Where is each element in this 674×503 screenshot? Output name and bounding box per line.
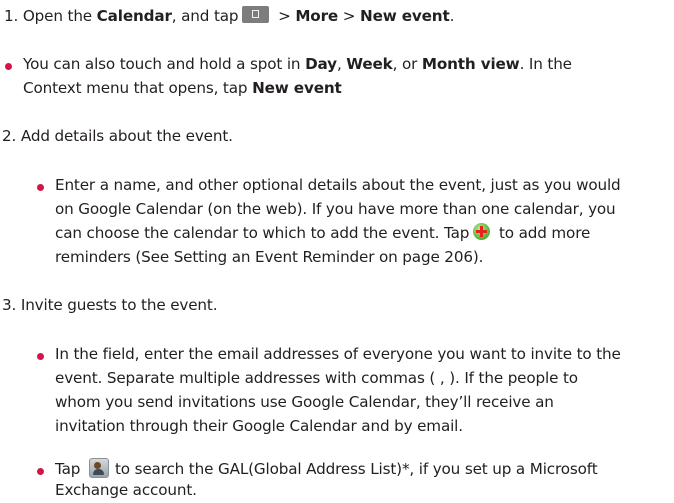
manual-page: 1. Open the Calendar, and tap > More > N…	[0, 0, 674, 502]
step-3-heading: 3. Invite guests to the event.	[2, 296, 218, 314]
tip-line-2: Context menu that opens, tap New event	[23, 79, 342, 97]
step-3-line-2: event. Separate multiple addresses with …	[55, 369, 578, 387]
step-2-line-3: can choose the calendar to which to add …	[55, 223, 591, 242]
step-2-line-4: reminders (See Setting an Event Reminder…	[55, 248, 484, 266]
step-3-line-4: invitation through their Google Calendar…	[55, 417, 463, 435]
bullet-dot	[5, 63, 12, 70]
tip-line-1: You can also touch and hold a spot in Da…	[23, 55, 572, 73]
more-term: More	[295, 7, 339, 25]
step-2-heading: 2. Add details about the event.	[2, 127, 233, 145]
step-1: 1. Open the Calendar, and tap > More > N…	[4, 6, 455, 25]
bullet-dot	[37, 184, 44, 191]
new-event-term: New event	[360, 7, 450, 25]
contact-search-icon	[88, 457, 109, 478]
bullet-dot	[37, 468, 44, 475]
menu-key-icon	[242, 6, 270, 23]
gal-line-2: Exchange account.	[55, 481, 197, 499]
calendar-term: Calendar	[96, 7, 172, 25]
step-3-line-3: whom you send invitations use Google Cal…	[55, 393, 554, 411]
step-2-line-2: on Google Calendar (on the web). If you …	[55, 200, 616, 218]
step-2-line-1: Enter a name, and other optional details…	[55, 176, 621, 194]
add-reminder-plus-icon	[473, 223, 491, 240]
bullet-dot	[37, 353, 44, 360]
step-3-line-1: In the field, enter the email addresses …	[55, 345, 621, 363]
